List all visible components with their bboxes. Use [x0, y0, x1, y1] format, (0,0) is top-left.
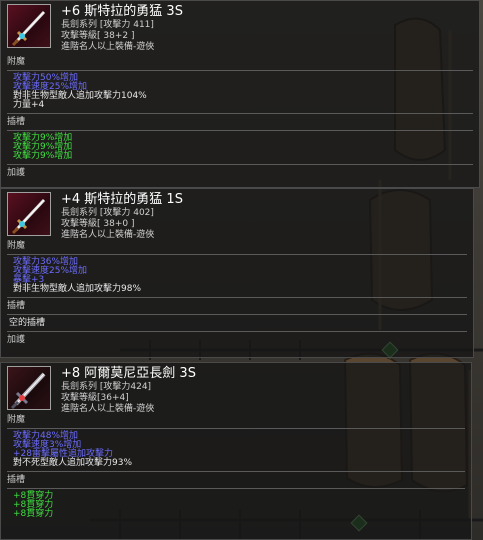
divider: [7, 471, 465, 472]
equip-requirement: 進階名人以上裝備-遊俠: [61, 404, 155, 414]
divider: [7, 428, 465, 429]
socket-option: +8貫穿力: [13, 491, 54, 501]
enchant-label: 附魔: [7, 241, 26, 251]
equip-requirement: 進階名人以上裝備-遊俠: [61, 230, 155, 240]
divider: [7, 164, 473, 165]
divider: [7, 254, 467, 255]
enchant-option: 攻擊速度25%增加: [13, 266, 88, 276]
enchant-option: 力量+4: [13, 100, 45, 110]
item-title: +6 斯特拉的勇猛 3S: [61, 4, 183, 19]
divider: [7, 297, 467, 298]
item-tooltip: +8 阿爾莫尼亞長劍 3S 長劍系列 [攻擊力424] 攻擊等級[36+4] 進…: [0, 362, 472, 540]
socket-option: +8貫穿力: [13, 500, 54, 510]
attack-level: 攻擊等級[ 38+0 ]: [61, 219, 135, 229]
socket-label: 插槽: [7, 475, 26, 485]
weapon-type: 長劍系列 [攻擊力 411]: [61, 20, 154, 30]
divider: [7, 130, 473, 131]
item-title: +8 阿爾莫尼亞長劍 3S: [61, 366, 196, 381]
item-title: +4 斯特拉的勇猛 1S: [61, 192, 183, 207]
enchant-option: 對非生物型敵人追加攻擊力98%: [13, 284, 142, 294]
enchant-option: 對非生物型敵人追加攻擊力104%: [13, 91, 147, 101]
item-tooltip: +4 斯特拉的勇猛 1S 長劍系列 [攻擊力 402] 攻擊等級[ 38+0 ]…: [0, 188, 474, 358]
divider: [7, 314, 467, 315]
enchant-label: 附魔: [7, 57, 26, 67]
divider: [7, 331, 467, 332]
socket-option: 攻擊力9%增加: [13, 133, 73, 143]
attack-level: 攻擊等級[36+4]: [61, 393, 129, 403]
boost-label: 加護: [7, 168, 26, 178]
empty-socket: 空的插槽: [9, 318, 46, 328]
divider: [7, 70, 473, 71]
socket-label: 插槽: [7, 301, 26, 311]
enchant-label: 附魔: [7, 415, 26, 425]
sword-item-icon: [7, 192, 51, 236]
socket-option: 攻擊力9%增加: [13, 151, 73, 161]
socket-option: +8貫穿力: [13, 509, 54, 519]
boost-label: 加護: [7, 335, 26, 345]
enchant-option: 對不死型敵人追加攻擊力93%: [13, 458, 133, 468]
weapon-type: 長劍系列 [攻擊力 402]: [61, 208, 154, 218]
attack-level: 攻擊等級[ 38+2 ]: [61, 31, 135, 41]
sword-item-icon: [7, 366, 51, 410]
divider: [7, 488, 465, 489]
equip-requirement: 進階名人以上裝備-遊俠: [61, 42, 155, 52]
item-tooltip: +6 斯特拉的勇猛 3S 長劍系列 [攻擊力 411] 攻擊等級[ 38+2 ]…: [0, 0, 480, 188]
socket-option: 攻擊力9%增加: [13, 142, 73, 152]
divider: [7, 113, 473, 114]
weapon-type: 長劍系列 [攻擊力424]: [61, 382, 152, 392]
sword-item-icon: [7, 4, 51, 48]
socket-label: 插槽: [7, 117, 26, 127]
